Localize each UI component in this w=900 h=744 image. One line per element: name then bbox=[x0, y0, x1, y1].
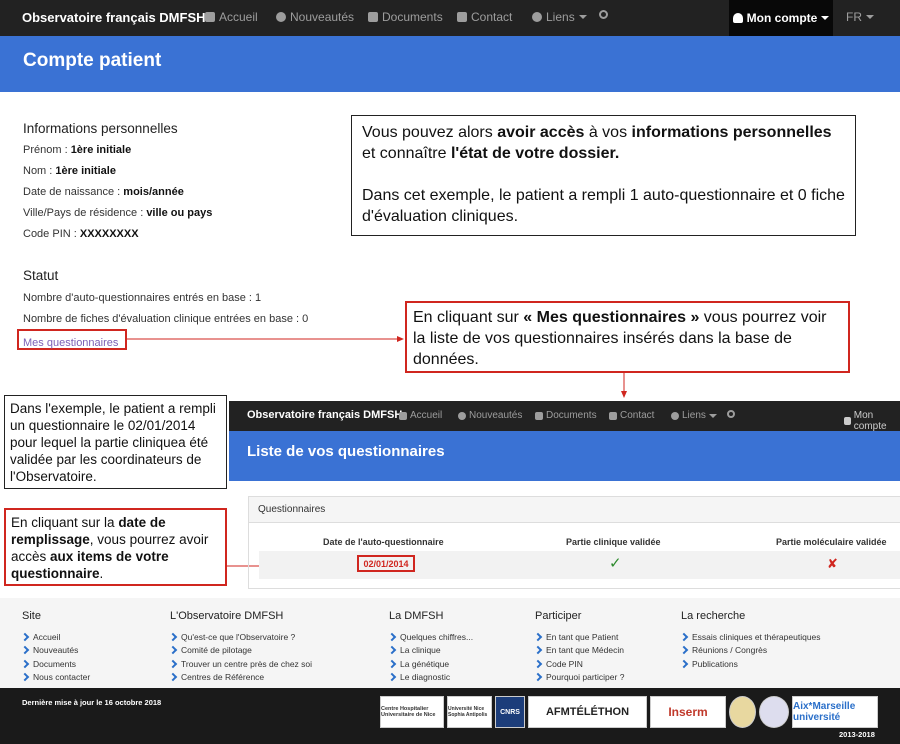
chevron-right-icon bbox=[168, 673, 178, 682]
chevron-right-icon bbox=[387, 659, 397, 668]
footer-link[interactable]: Centres de Référence bbox=[168, 671, 312, 685]
chevron-right-icon bbox=[533, 646, 543, 655]
footer-col-dmfsh: La DMFSH Quelques chiffres... La cliniqu… bbox=[387, 610, 474, 685]
chevron-right-icon bbox=[679, 646, 689, 655]
chevron-down-icon bbox=[708, 413, 717, 418]
chevron-right-icon bbox=[20, 646, 30, 655]
chevron-right-icon bbox=[168, 646, 178, 655]
footer-link[interactable]: Le diagnostic bbox=[387, 671, 473, 685]
chevron-right-icon bbox=[533, 632, 543, 641]
footer-link[interactable]: Quelques chiffres... bbox=[387, 630, 473, 644]
panel-heading: Questionnaires bbox=[249, 497, 900, 523]
link-icon bbox=[671, 411, 679, 420]
amu-logo: Aix*Marseille université bbox=[792, 696, 878, 728]
chevron-right-icon bbox=[20, 659, 30, 668]
footer-col-site: Site Accueil Nouveautés Documents Nous c… bbox=[20, 610, 91, 685]
check-icon: ✓ bbox=[609, 555, 622, 572]
inset-nav-home[interactable]: Accueil bbox=[399, 410, 442, 421]
afm-telethon-logo: AFMTÉLÉTHON bbox=[528, 696, 647, 728]
arrow-head bbox=[397, 336, 404, 342]
footer-link[interactable]: Réunions / Congrès bbox=[679, 644, 821, 658]
arrow-head bbox=[621, 391, 627, 398]
inserm-logo: Inserm bbox=[650, 696, 726, 728]
footer-link[interactable]: Nouveautés bbox=[20, 644, 90, 658]
search-icon bbox=[727, 410, 735, 418]
seal-logo bbox=[729, 696, 756, 728]
footer-col-observatoire: L'Observatoire DMFSH Qu'est-ce que l'Obs… bbox=[168, 610, 313, 685]
inset-nav-news[interactable]: Nouveautés bbox=[458, 410, 522, 421]
callout-my-questionnaires: En cliquant sur « Mes questionnaires » v… bbox=[405, 301, 850, 373]
callout-example: Dans l'exemple, le patient a rempli un q… bbox=[4, 395, 227, 489]
footer-link[interactable]: Accueil bbox=[20, 630, 90, 644]
unice-logo: Université Nice Sophia Antipolis bbox=[447, 696, 492, 728]
chevron-right-icon bbox=[533, 673, 543, 682]
footer-bottom-bar: Dernière mise à jour le 16 octobre 2018 … bbox=[0, 688, 900, 744]
chevron-right-icon bbox=[679, 659, 689, 668]
footer-link[interactable]: Nous contacter bbox=[20, 671, 90, 685]
footer-links: Site Accueil Nouveautés Documents Nous c… bbox=[0, 598, 900, 688]
inset-nav-links[interactable]: Liens bbox=[671, 410, 717, 421]
file-icon bbox=[535, 411, 543, 420]
footer-col-recherche: La recherche Essais cliniques et thérape… bbox=[679, 610, 821, 671]
chevron-right-icon bbox=[168, 632, 178, 641]
chevron-right-icon bbox=[20, 673, 30, 682]
col-date-header: Date de l'auto-questionnaire bbox=[323, 537, 444, 547]
footer-link[interactable]: Trouver un centre près de chez soi bbox=[168, 657, 312, 671]
chevron-right-icon bbox=[679, 632, 689, 641]
inset-nav-search[interactable] bbox=[727, 410, 735, 418]
callout-fill-date: En cliquant sur la date de remplissage, … bbox=[4, 508, 227, 586]
emblem-logo bbox=[759, 696, 789, 728]
chevron-right-icon bbox=[387, 646, 397, 655]
footer-link[interactable]: Documents bbox=[20, 657, 90, 671]
footer-link[interactable]: Comité de pilotage bbox=[168, 644, 312, 658]
cross-icon: ✘ bbox=[827, 556, 838, 571]
info-icon bbox=[458, 411, 466, 420]
chevron-right-icon bbox=[387, 673, 397, 682]
copyright-years: 2013-2018 bbox=[839, 730, 875, 739]
table-row: 02/01/2014 ✓ ✘ bbox=[259, 551, 900, 579]
user-icon bbox=[844, 417, 851, 425]
inset-header-band: Liste de vos questionnaires bbox=[229, 431, 900, 481]
callout-personal-info: Vous pouvez alors avoir accès à vos info… bbox=[351, 115, 856, 236]
footer-link[interactable]: Pourquoi participer ? bbox=[533, 671, 624, 685]
fill-date-link[interactable]: 02/01/2014 bbox=[357, 555, 415, 572]
inset-brand[interactable]: Observatoire français DMFSH bbox=[247, 409, 402, 421]
footer-link[interactable]: Essais cliniques et thérapeutiques bbox=[679, 630, 821, 644]
footer-link[interactable]: En tant que Médecin bbox=[533, 644, 624, 658]
footer-link[interactable]: Publications bbox=[679, 657, 821, 671]
inset-page-title: Liste de vos questionnaires bbox=[247, 443, 445, 460]
footer-col-participer: Participer En tant que Patient En tant q… bbox=[533, 610, 625, 685]
inset-nav-contact[interactable]: Contact bbox=[609, 410, 654, 421]
questionnaires-panel: Questionnaires Date de l'auto-questionna… bbox=[248, 496, 900, 589]
footer-link[interactable]: En tant que Patient bbox=[533, 630, 624, 644]
cnrs-logo: CNRS bbox=[495, 696, 525, 728]
col-molecular-header: Partie moléculaire validée bbox=[776, 537, 887, 547]
inset-account-menu[interactable]: Mon compte bbox=[844, 410, 900, 432]
inset-nav-documents[interactable]: Documents bbox=[535, 410, 597, 421]
footer-link[interactable]: La clinique bbox=[387, 644, 473, 658]
footer-link[interactable]: La génétique bbox=[387, 657, 473, 671]
footer-link[interactable]: Code PIN bbox=[533, 657, 624, 671]
chevron-right-icon bbox=[168, 659, 178, 668]
inset-navbar: Observatoire français DMFSH Accueil Nouv… bbox=[229, 401, 900, 432]
chevron-right-icon bbox=[20, 632, 30, 641]
chevron-right-icon bbox=[533, 659, 543, 668]
footer-link[interactable]: Qu'est-ce que l'Observatoire ? bbox=[168, 630, 312, 644]
home-icon bbox=[399, 411, 407, 420]
col-clinical-header: Partie clinique validée bbox=[566, 537, 661, 547]
envelope-icon bbox=[609, 411, 617, 420]
chu-nice-logo: Centre Hospitalier Universitaire de Nice bbox=[380, 696, 444, 728]
chevron-right-icon bbox=[387, 632, 397, 641]
last-update-text: Dernière mise à jour le 16 octobre 2018 bbox=[22, 698, 162, 707]
